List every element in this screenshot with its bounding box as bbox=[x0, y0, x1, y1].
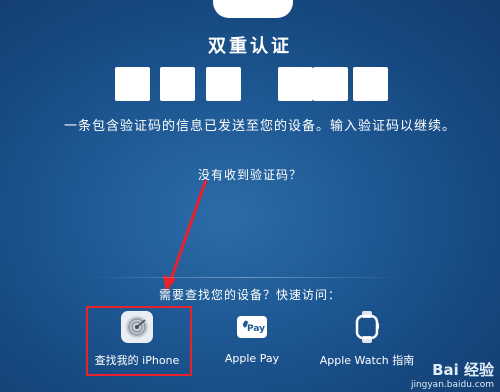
apple-pay-app[interactable]: Pay Apple Pay bbox=[192, 310, 312, 372]
apple-pay-icon: Pay bbox=[237, 316, 267, 338]
watermark-logo: Bai 经验 bbox=[432, 361, 494, 379]
annotation-highlight-box bbox=[86, 306, 192, 376]
apple-pay-label[interactable]: Apple Pay bbox=[192, 352, 312, 365]
annotation-arrow-line bbox=[168, 179, 208, 283]
apple-pay-icon-text: Pay bbox=[247, 324, 265, 334]
baidu-jingyan-watermark: Bai 经验 jingyan.baidu.com bbox=[411, 359, 494, 390]
apple-watch-icon bbox=[355, 311, 379, 343]
divider bbox=[85, 277, 405, 278]
apple-watch-label[interactable]: Apple Watch 指南 bbox=[307, 352, 427, 368]
apple-watch-app[interactable]: Apple Watch 指南 bbox=[307, 310, 427, 372]
need-find-text: 需要查找您的设备？快速访问： bbox=[158, 288, 341, 302]
watermark-url: jingyan.baidu.com bbox=[410, 380, 494, 390]
